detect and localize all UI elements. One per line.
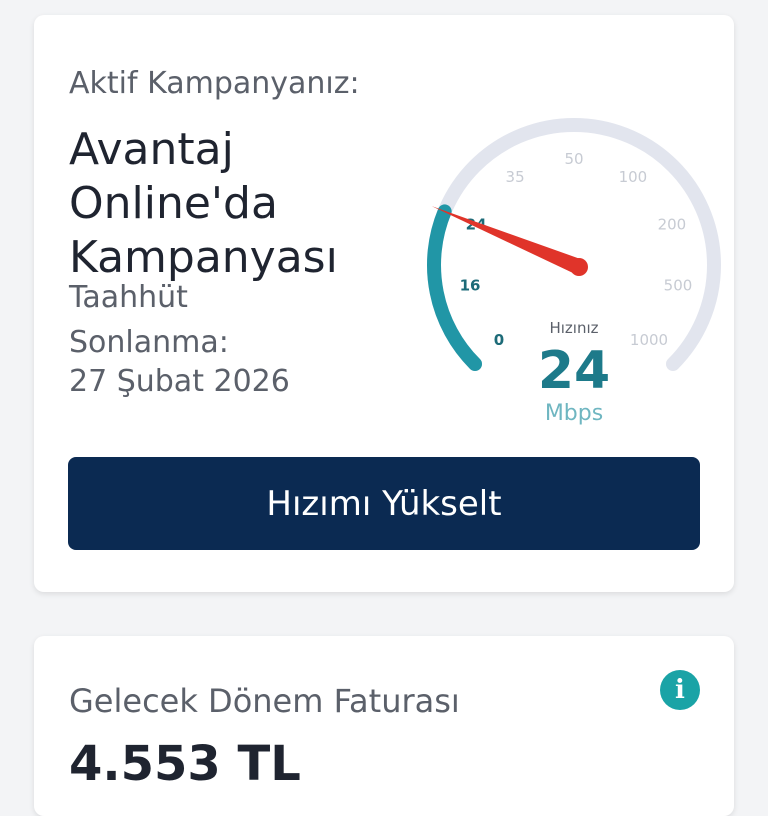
speed-value: 24 [538, 341, 610, 401]
gauge-tick-label: 0 [494, 331, 504, 349]
speed-gauge-graphic: 0162435501002005001000 Hızınız 24 Mbps [427, 118, 721, 426]
campaign-name: Avantaj Online'da Kampanyası [69, 124, 338, 283]
term-end-date: 27 Şubat 2026 [69, 364, 290, 399]
gauge-needle [431, 206, 583, 275]
invoice-title: Gelecek Dönem Faturası [69, 682, 460, 720]
gauge-tick-label: 100 [619, 168, 648, 186]
gauge-tick-label: 35 [506, 168, 525, 186]
speed-gauge: 0162435501002005001000 Hızınız 24 Mbps [394, 95, 734, 435]
invoice-card: Gelecek Dönem Faturası i 4.553 TL [34, 636, 734, 816]
gauge-tick-label: 1000 [630, 331, 668, 349]
gauge-tick-label: 200 [658, 215, 687, 233]
term-end-label: Taahhüt Sonlanma: [69, 280, 229, 360]
upgrade-speed-button[interactable]: Hızımı Yükselt [68, 457, 700, 550]
active-campaign-label: Aktif Kampanyanız: [69, 66, 360, 101]
invoice-amount: 4.553 TL [69, 736, 301, 792]
gauge-tick-label: 16 [460, 277, 481, 295]
speed-unit: Mbps [545, 401, 603, 426]
gauge-tick-label: 50 [564, 150, 583, 168]
campaign-card: Aktif Kampanyanız: Avantaj Online'da Kam… [34, 15, 734, 592]
gauge-needle-hub [570, 258, 588, 276]
speed-label: Hızınız [549, 319, 598, 337]
gauge-tick-label: 500 [664, 277, 693, 295]
info-icon[interactable]: i [660, 670, 700, 710]
